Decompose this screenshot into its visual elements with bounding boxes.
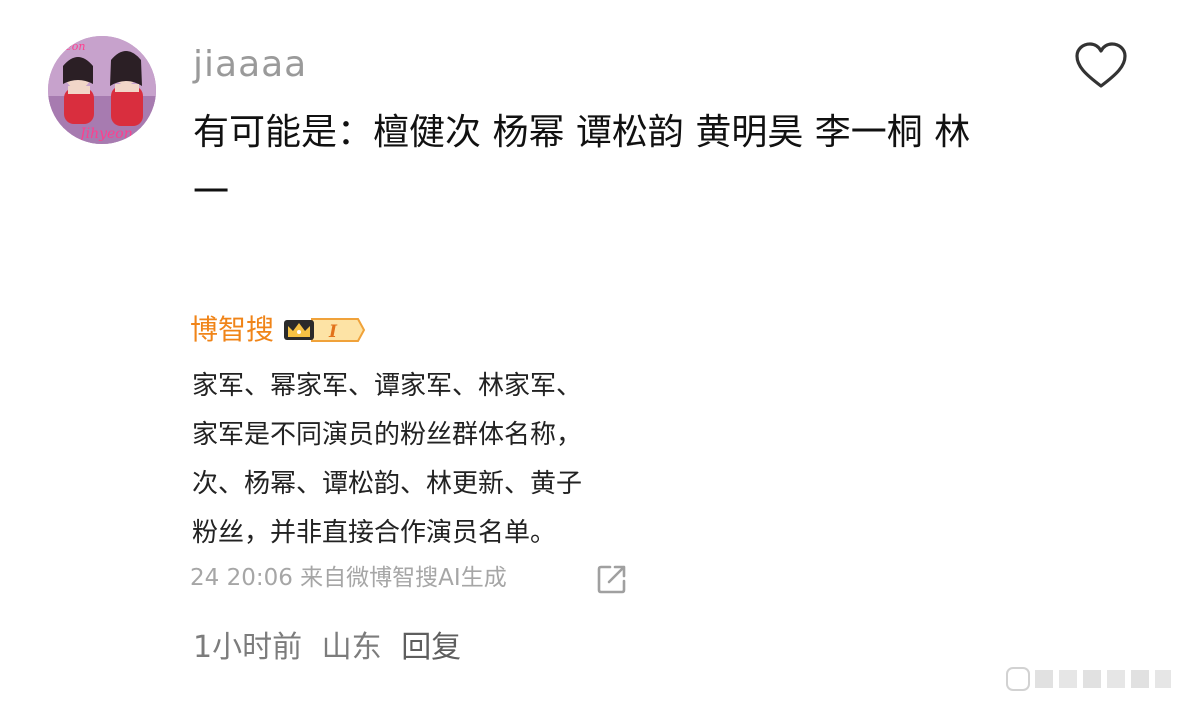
badge-level: I [328, 322, 338, 342]
quote-line: 家军是不同演员的粉丝群体名称， [192, 420, 583, 450]
heart-icon[interactable] [1073, 40, 1129, 92]
username[interactable]: jiaaaa [193, 40, 307, 90]
quote-card[interactable]: 博智搜 I 家军、幂家军、谭家军、林家军、 家军是不同演员的粉丝群体名称， 次、… [190, 310, 678, 595]
quote-line: 粉丝，并非直接合作演员名单。 [192, 518, 557, 548]
comment-text: 有可能是：檀健次 杨幂 谭松韵 黄明昊 李一桐 林一 [193, 112, 971, 213]
avatar-text-bottom: Jihyeon [77, 126, 133, 142]
avatar[interactable]: nyeon Jihyeon [48, 36, 156, 144]
reply-button[interactable]: 回复 [401, 630, 461, 665]
avatar-image: nyeon Jihyeon [48, 36, 156, 144]
crown-badge-icon: I [284, 318, 366, 342]
watermark-logo [1006, 667, 1171, 691]
comment-footer: 1小时前 山东 回复 [193, 626, 471, 670]
avatar-text-top: nyeon [52, 40, 86, 53]
quote-header: 博智搜 I [190, 310, 366, 350]
quote-meta: 24 20:06 来自微博智搜AI生成 [190, 565, 507, 591]
quote-source: 博智搜 [190, 313, 275, 346]
share-icon[interactable] [596, 563, 628, 595]
quote-line: 家军、幂家军、谭家军、林家军、 [192, 371, 583, 401]
comment-time: 1小时前 [193, 630, 303, 665]
quote-line: 次、杨幂、谭松韵、林更新、黄子 [192, 469, 583, 499]
quote-body: 家军、幂家军、谭家军、林家军、 家军是不同演员的粉丝群体名称， 次、杨幂、谭松韵… [192, 362, 678, 558]
comment-location: 山东 [321, 630, 382, 665]
